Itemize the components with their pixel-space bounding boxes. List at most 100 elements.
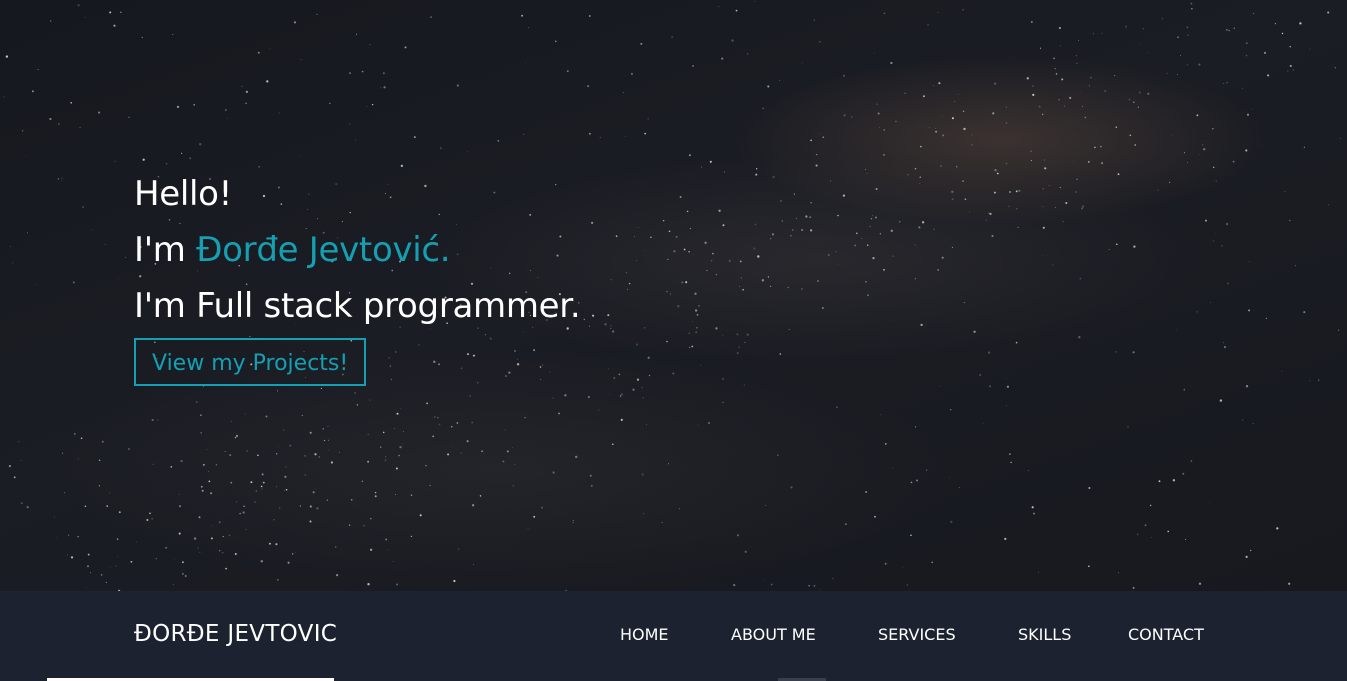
star [61,179,63,181]
star [810,202,812,204]
star [521,14,524,17]
star [587,85,589,87]
star [1183,152,1185,154]
star [1054,67,1056,70]
star [70,556,74,559]
star [193,537,197,540]
star [234,436,237,439]
star [882,153,886,157]
star [883,129,885,131]
star [712,252,714,255]
star [367,460,369,463]
star [688,332,690,334]
star [1327,11,1330,14]
star [152,463,154,465]
star [1069,96,1072,99]
star [514,350,516,352]
star [349,72,351,75]
star [1222,82,1225,85]
star [994,169,997,172]
star [1038,105,1041,108]
star [1177,36,1179,39]
star [239,512,241,515]
star [208,480,211,483]
star [355,139,357,141]
nav-item-contact[interactable]: CONTACT [1128,625,1204,644]
star [1245,385,1249,388]
star [1213,240,1214,242]
star [22,130,24,132]
star [1099,145,1102,148]
star [165,546,168,549]
star [1006,378,1008,379]
star [1132,586,1135,589]
star [613,376,616,380]
nav-item-home[interactable]: HOME [620,625,669,644]
star [742,256,744,258]
star [921,221,925,224]
star [722,401,724,403]
star [575,455,578,459]
star [1294,265,1296,267]
star [1276,527,1279,530]
view-projects-button[interactable]: View my Projects! [134,338,367,386]
star [316,13,318,16]
star [815,164,818,167]
star [429,485,431,486]
star [979,374,981,376]
star [883,268,885,271]
star [479,495,482,497]
star [118,278,119,279]
star [610,325,612,327]
nav-item-skills[interactable]: SKILLS [1018,625,1071,644]
star [466,440,469,443]
star [955,166,958,168]
nav-item-about-me[interactable]: ABOUT ME [731,625,816,644]
star [1030,159,1033,162]
star [393,561,394,562]
star [63,492,65,494]
star [1242,87,1244,89]
star [843,114,846,117]
star [625,272,627,274]
star [151,518,153,520]
star [552,397,554,399]
star [222,552,224,554]
star [109,11,112,14]
star [696,314,699,316]
star [733,584,736,587]
star [1053,57,1056,60]
star [1030,21,1033,23]
star [113,24,116,27]
star [335,573,339,577]
star [400,407,401,409]
star [367,433,369,435]
star [1059,186,1061,189]
star [722,335,724,337]
nav-item-services[interactable]: SERVICES [878,625,956,644]
star [744,550,747,553]
star [1063,105,1066,107]
star [971,134,973,136]
star [361,480,364,483]
star [371,103,374,106]
star [116,538,119,540]
star [1008,205,1010,208]
star [1246,113,1250,116]
star [410,494,413,496]
star [598,409,600,411]
star [128,116,130,118]
brand-logo[interactable]: ĐORĐE JEVTOVIC [134,621,337,647]
star [523,133,525,135]
star [554,40,557,43]
star [242,511,245,514]
star [114,160,116,162]
star [77,4,80,7]
hero-name: Đorđe Jevtović. [196,230,451,270]
star [935,130,938,133]
star [1092,33,1094,35]
star [954,100,955,102]
star [770,285,772,287]
star [210,492,213,495]
star [892,320,894,322]
